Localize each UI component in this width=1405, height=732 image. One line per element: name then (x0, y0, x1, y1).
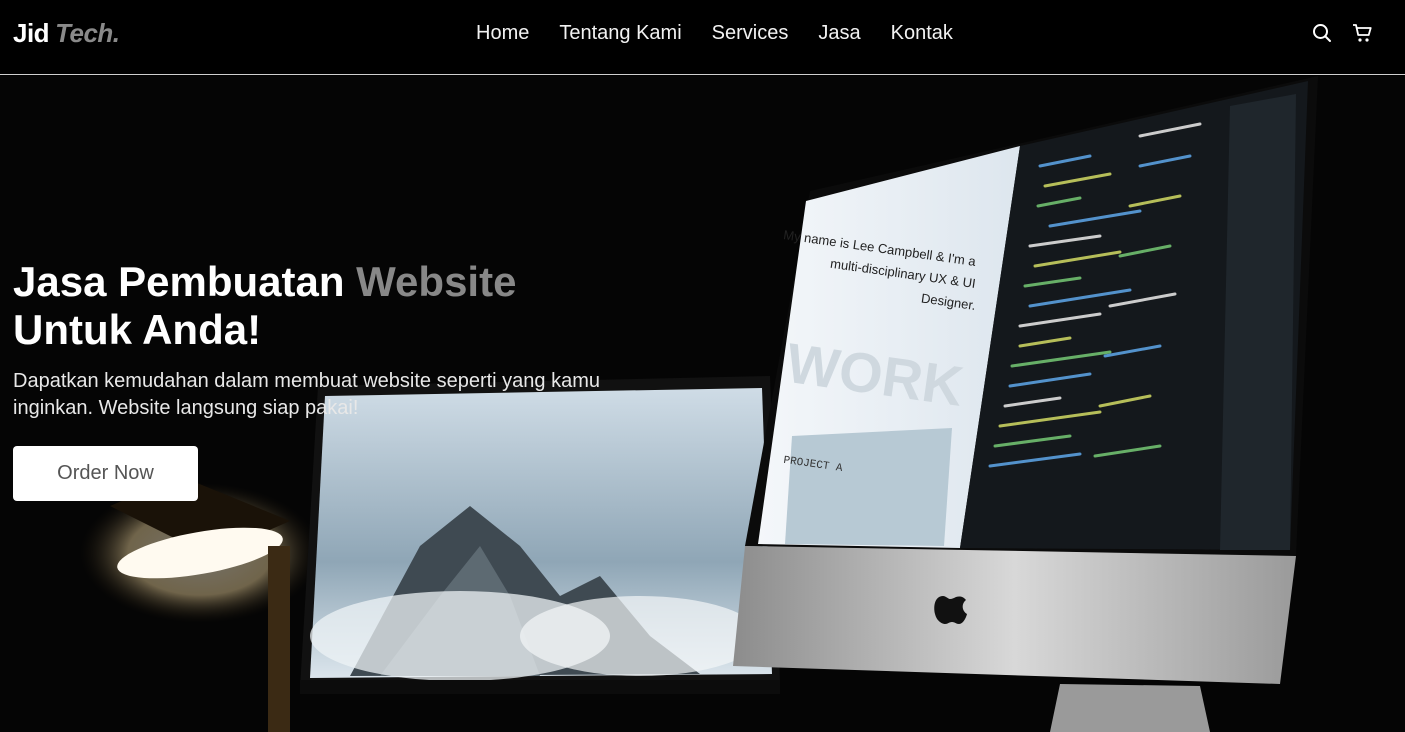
cart-icon[interactable] (1351, 22, 1373, 44)
hero-title-line2: Untuk Anda! (13, 306, 262, 353)
nav-item-jasa[interactable]: Jasa (818, 22, 860, 45)
hero-description: Dapatkan kemudahan dalam membuat website… (13, 370, 600, 419)
nav-icons (1311, 22, 1373, 44)
logo-text-secondary: Tech. (55, 18, 120, 48)
nav-item-home[interactable]: Home (476, 22, 529, 45)
main-nav: Home Tentang Kami Services Jasa Kontak (476, 22, 953, 45)
nav-item-services[interactable]: Services (712, 22, 789, 45)
logo[interactable]: Jid Tech. (13, 18, 120, 49)
hero-title-plain: Jasa Pembuatan (13, 258, 345, 305)
hero-section: My name is Lee Campbell & I'm a multi-di… (0, 76, 1405, 732)
nav-item-tentang-kami[interactable]: Tentang Kami (559, 22, 681, 45)
hero-title: Jasa Pembuatan Website Untuk Anda! (13, 258, 516, 354)
hero-title-accent: Website (356, 258, 517, 305)
order-now-button[interactable]: Order Now (13, 446, 198, 501)
top-navbar: Jid Tech. Home Tentang Kami Services Jasa… (0, 0, 1405, 75)
nav-item-kontak[interactable]: Kontak (891, 22, 953, 45)
logo-text-primary: Jid (13, 18, 50, 48)
search-icon[interactable] (1311, 22, 1333, 44)
